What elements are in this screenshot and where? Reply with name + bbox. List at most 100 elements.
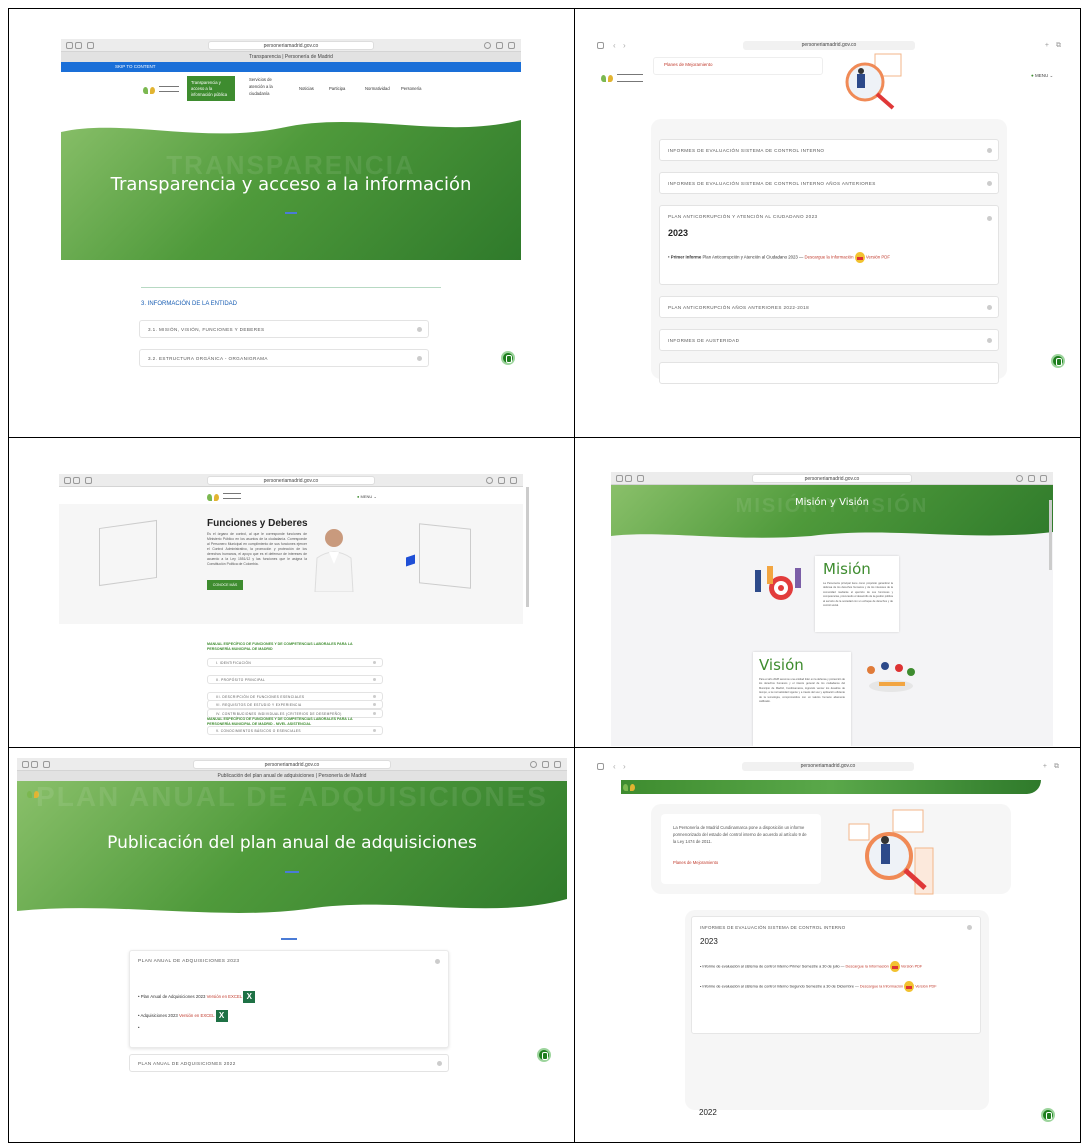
nav-transparencia[interactable]: Transparencia y acceso a la información … — [187, 76, 235, 101]
informes-card: INFORMES DE EVALUACIÓN SISTEMA DE CONTRO… — [691, 916, 981, 1034]
forward-icon[interactable]: › — [623, 41, 626, 50]
sidebar-icon[interactable] — [637, 475, 644, 482]
nav-personeria[interactable]: Personería — [401, 86, 421, 91]
accessibility-icon[interactable] — [1051, 354, 1065, 368]
url-bar[interactable]: personeriamadrid.gov.co — [752, 474, 912, 483]
accordion-anticorrupcion-2023[interactable]: PLAN ANTICORRUPCIÓN Y ATENCIÓN AL CIUDAD… — [659, 205, 999, 285]
nav-participa[interactable]: Participa — [329, 86, 345, 91]
url-bar[interactable]: personeriamadrid.gov.co — [207, 476, 375, 485]
accordion-plan-2022[interactable]: PLAN ANUAL DE ADQUISICIONES 2022 — [129, 1054, 449, 1072]
share-icon[interactable] — [498, 477, 505, 484]
sidebar-icon[interactable] — [43, 761, 50, 768]
accordion-estructura[interactable]: 3.2. ESTRUCTURA ORGÁNICA - ORGANIGRAMA — [139, 349, 429, 367]
tabs-icon[interactable]: ⧉ — [1054, 763, 1059, 771]
forward-icon[interactable] — [31, 761, 38, 768]
url-bar[interactable]: personeriamadrid.gov.co — [741, 762, 915, 771]
accessibility-icon[interactable] — [501, 351, 515, 365]
accordion-conocimientos[interactable]: V. CONOCIMIENTOS BÁSICOS O ESENCIALES — [207, 726, 383, 735]
tabs-icon[interactable] — [554, 761, 561, 768]
scrollbar[interactable] — [1049, 500, 1052, 570]
browser-window: personeriamadrid.gov.co Publicación del … — [17, 758, 567, 1130]
back-icon[interactable] — [22, 761, 29, 768]
logo[interactable] — [207, 492, 219, 502]
url-bar[interactable]: personeriamadrid.gov.co — [742, 41, 916, 50]
shield-icon[interactable] — [1016, 475, 1023, 482]
tab-bar[interactable]: Transparencia | Personería de Madrid — [61, 52, 521, 62]
excel-link[interactable]: Versión en EXCEL — [207, 994, 242, 999]
sidebar-icon[interactable] — [85, 477, 92, 484]
accordion-mision[interactable]: 3.1. MISIÓN, VISIÓN, FUNCIONES Y DEBERES — [139, 320, 429, 338]
shield-icon[interactable] — [530, 761, 537, 768]
back-icon[interactable] — [616, 475, 623, 482]
sidebar-icon[interactable] — [597, 42, 604, 49]
sidebar-icon[interactable] — [597, 763, 604, 770]
nav-noticias[interactable]: Noticias — [299, 86, 314, 91]
accessibility-icon[interactable] — [537, 1048, 551, 1062]
forward-icon[interactable]: › — [623, 762, 626, 771]
pdf-icon[interactable] — [904, 981, 915, 992]
pdf-link[interactable]: Versión PDF — [901, 965, 922, 969]
pdf-icon[interactable] — [854, 252, 865, 263]
plans-link[interactable]: Planes de Mejoramiento — [673, 860, 718, 865]
accordion-austeridad[interactable]: INFORMES DE AUSTERIDAD — [659, 329, 999, 351]
accordion-requisitos[interactable]: VI. REQUISITOS DE ESTUDIO Y EXPERIENCIA — [207, 700, 383, 709]
share-icon[interactable] — [1028, 475, 1035, 482]
download-link[interactable]: Descargue la Información — [845, 965, 888, 969]
back-icon[interactable] — [64, 477, 71, 484]
add-tab-icon[interactable]: + — [1043, 763, 1047, 770]
back-icon[interactable] — [66, 42, 73, 49]
accordion-control-interno[interactable]: INFORMES DE EVALUACIÓN SISTEMA DE CONTRO… — [659, 139, 999, 161]
logo[interactable] — [143, 85, 155, 95]
learn-more-button[interactable]: CONOCE MÁS — [207, 580, 243, 590]
download-link[interactable]: Descargue la Información — [860, 985, 903, 989]
forward-icon[interactable] — [75, 42, 82, 49]
accordion-label: II. PROPÓSITO PRINCIPAL — [216, 677, 266, 682]
shield-icon[interactable] — [486, 477, 493, 484]
pdf-link[interactable]: Versión PDF — [915, 985, 936, 989]
accordion-identificacion[interactable]: I. IDENTIFICACIÓN — [207, 658, 383, 667]
add-tab-icon[interactable]: + — [1045, 42, 1049, 49]
excel-icon[interactable]: X — [215, 1010, 228, 1022]
share-icon[interactable] — [542, 761, 549, 768]
accordion-anticorrupcion-anteriores[interactable]: PLAN ANTICORRUPCIÓN AÑOS ANTERIORES 2022… — [659, 296, 999, 318]
tab-bar[interactable]: Publicación del plan anual de adquisicio… — [17, 771, 567, 781]
tabs-icon[interactable] — [510, 477, 517, 484]
url-bar[interactable]: personeriamadrid.gov.co — [193, 760, 391, 769]
skip-link[interactable]: SKIP TO CONTENT — [115, 64, 156, 69]
accordion-proposito[interactable]: II. PROPÓSITO PRINCIPAL — [207, 675, 383, 684]
plus-icon[interactable] — [435, 959, 440, 964]
menu-button[interactable]: ● MENU ⌄ — [357, 494, 377, 499]
excel-icon[interactable]: X — [243, 991, 256, 1003]
accessibility-icon[interactable] — [1041, 1108, 1055, 1122]
hero-title: Transparencia y acceso a la información — [110, 174, 472, 195]
nav-normatividad[interactable]: Normatividad — [365, 86, 390, 91]
accordion-next[interactable] — [659, 362, 999, 384]
download-link[interactable]: Descargue la Información — [805, 255, 854, 260]
scrollbar[interactable] — [526, 487, 529, 607]
hero-title: Publicación del plan anual de adquisicio… — [107, 833, 477, 853]
logo[interactable] — [623, 782, 635, 792]
forward-icon[interactable] — [625, 475, 632, 482]
plan-line-1: • Plan Anual de Adquisiciones 2023 Versi… — [138, 991, 256, 1003]
shield-icon[interactable] — [484, 42, 491, 49]
tabs-icon[interactable] — [1040, 475, 1047, 482]
excel-link[interactable]: Versión en EXCEL — [179, 1013, 214, 1018]
forward-icon[interactable] — [73, 477, 80, 484]
logo[interactable] — [601, 73, 613, 83]
tabs-icon[interactable] — [508, 42, 515, 49]
tabs-icon[interactable]: ⧉ — [1056, 42, 1061, 50]
nav-servicios[interactable]: Servicios de atención a la ciudadanía — [249, 76, 283, 97]
plans-link[interactable]: Planes de Mejoramiento — [653, 57, 823, 75]
pdf-icon[interactable] — [889, 961, 900, 972]
plus-icon[interactable] — [967, 925, 972, 930]
url-bar[interactable]: personeriamadrid.gov.co — [208, 41, 374, 50]
plus-icon — [987, 180, 992, 186]
menu-button[interactable]: ● MENU ⌄ — [1031, 73, 1053, 79]
accordion-label: III. DESCRIPCIÓN DE FUNCIONES ESENCIALES — [216, 694, 305, 699]
accordion-control-interno-anteriores[interactable]: INFORMES DE EVALUACIÓN SISTEMA DE CONTRO… — [659, 172, 999, 194]
share-icon[interactable] — [496, 42, 503, 49]
back-icon[interactable]: ‹ — [613, 41, 616, 50]
pdf-link[interactable]: Versión PDF — [866, 255, 890, 260]
back-icon[interactable]: ‹ — [613, 762, 616, 771]
sidebar-icon[interactable] — [87, 42, 94, 49]
